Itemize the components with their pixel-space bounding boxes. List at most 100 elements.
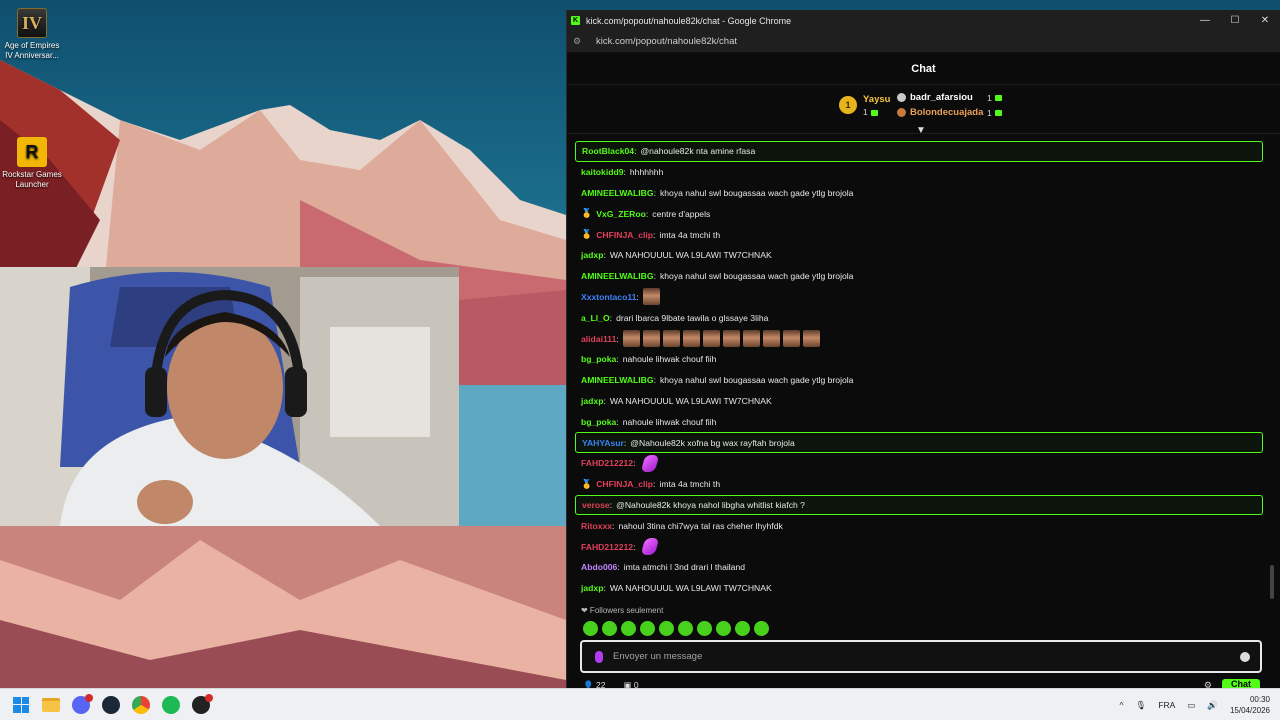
taskbar: ^ 🎙 FRA ▭ 🔊 00:30 15/04/2026 (0, 688, 1280, 720)
emote-button[interactable] (754, 621, 769, 636)
desktop-icon-age-of-empires[interactable]: IV Age of Empires IV Anniversar... (0, 8, 64, 61)
chat-scrollbar[interactable] (1270, 565, 1274, 599)
chat-separator: : (653, 229, 656, 240)
emote-button[interactable] (697, 621, 712, 636)
taskbar-explorer[interactable] (36, 690, 66, 720)
desktop-icon-label: Age of Empires IV Anniversar... (4, 41, 60, 60)
chat-separator: : (616, 416, 619, 427)
clock[interactable]: 00:30 15/04/2026 (1230, 694, 1270, 716)
face-emote-icon[interactable] (702, 330, 720, 348)
chat-username[interactable]: CHFINJA_clip (596, 230, 653, 240)
microphone-icon[interactable] (595, 650, 603, 663)
chat-separator: : (633, 458, 636, 469)
leaderboard-name[interactable]: badr_afarsiou (910, 92, 973, 103)
emote-button[interactable] (678, 621, 693, 636)
site-info-icon[interactable]: ⚙ (573, 36, 585, 47)
followers-only-label: ❤ Followers seulement (581, 606, 664, 615)
leaderboard-count: 1 (863, 107, 878, 117)
chrome-icon (132, 695, 150, 714)
emote-button[interactable] (659, 621, 674, 636)
face-emote-icon[interactable] (802, 330, 820, 348)
desktop-icon-label: Rockstar Games Launcher (2, 170, 62, 189)
chat-username[interactable]: YAHYAsur (582, 438, 624, 448)
chat-username[interactable]: VxG_ZERoo (596, 209, 646, 219)
silver-medal-icon (897, 93, 906, 102)
chat-username[interactable]: Xxxtontaco11 (581, 292, 636, 302)
chat-username[interactable]: CHFINJA_clip (596, 479, 653, 489)
face-emote-icon[interactable] (642, 288, 660, 306)
face-emote-icon[interactable] (742, 330, 760, 348)
face-emote-icon[interactable] (722, 330, 740, 348)
microphone-tray-icon[interactable]: 🎙 (1136, 700, 1147, 711)
chat-username[interactable]: RootBlack04 (582, 146, 634, 156)
chat-text: imta 4a tmchi th (659, 229, 721, 240)
purple-emote-icon[interactable] (641, 538, 660, 556)
chat-username[interactable]: jadxp (581, 396, 603, 406)
collapse-icon[interactable]: ▼ (916, 125, 926, 136)
chat-username[interactable]: jadxp (581, 250, 603, 260)
chat-message: kaitokidd9: hhhhhhh (575, 162, 1263, 183)
chat-username[interactable]: verose (582, 500, 610, 510)
emote-button[interactable] (716, 621, 731, 636)
chrome-window: K kick.com/popout/nahoule82k/chat - Goog… (566, 10, 1280, 691)
purple-emote-icon[interactable] (641, 454, 660, 472)
chat-text: khoya nahul swl bougassaa wach gade ytlg… (659, 271, 854, 282)
chat-username[interactable]: FAHD212212 (581, 458, 633, 468)
face-emote-icon[interactable] (782, 330, 800, 348)
taskbar-obs[interactable] (186, 690, 216, 720)
webcam-image (0, 267, 459, 526)
volume-icon[interactable]: 🔊 (1207, 700, 1218, 711)
maximize-button[interactable]: ☐ (1220, 10, 1250, 31)
chat-username[interactable]: bg_poka (581, 417, 616, 427)
chat-text: @nahoule82k nta amine rfasa (640, 146, 756, 157)
face-emote-icon[interactable] (682, 330, 700, 348)
taskbar-spotify[interactable] (156, 690, 186, 720)
leaderboard-name[interactable]: Yaysu (863, 94, 890, 105)
taskbar-discord[interactable] (66, 690, 96, 720)
clock-date: 15/04/2026 (1229, 706, 1270, 715)
face-emote-icon[interactable] (762, 330, 780, 348)
rockstar-icon: R (17, 137, 47, 167)
age-of-empires-icon: IV (17, 8, 47, 38)
leaderboard-name[interactable]: Bolondecuajada (910, 107, 983, 118)
emote-button[interactable] (583, 621, 598, 636)
kick-logo-icon: K (571, 16, 580, 25)
chat-username[interactable]: AMINEELWALIBG (581, 271, 654, 281)
chat-text: hhhhhhh (629, 167, 664, 178)
show-hidden-icons[interactable]: ^ (1120, 700, 1124, 710)
face-emote-icon[interactable] (642, 330, 660, 348)
minimize-button[interactable]: — (1190, 10, 1220, 31)
emote-button[interactable] (621, 621, 636, 636)
chat-message: Ritoxxx: nahoul 3tina chi7wya tal ras che… (575, 515, 1263, 536)
chat-username[interactable]: kaitokidd9 (581, 167, 624, 177)
start-button[interactable] (6, 690, 36, 720)
bronze-medal-icon (897, 108, 906, 117)
face-emote-icon[interactable] (622, 330, 640, 348)
desktop-icon-rockstar[interactable]: R Rockstar Games Launcher (0, 137, 64, 190)
close-button[interactable]: ✕ (1250, 10, 1280, 31)
chat-username[interactable]: Ritoxxx (581, 521, 612, 531)
message-input-box[interactable] (580, 640, 1262, 673)
chat-message: AMINEELWALIBG: khoya nahul swl bougassaa … (575, 183, 1263, 204)
chat-username[interactable]: FAHD212212 (581, 542, 633, 552)
chat-username[interactable]: alidai111 (581, 334, 616, 344)
message-input[interactable] (613, 651, 1240, 662)
chat-username[interactable]: AMINEELWALIBG (581, 188, 654, 198)
chat-username[interactable]: jadxp (581, 583, 603, 593)
chat-username[interactable]: bg_poka (581, 354, 616, 364)
chat-username[interactable]: Abdo006 (581, 562, 617, 572)
taskbar-chrome[interactable] (126, 690, 156, 720)
leaderboard-count: 1 (987, 93, 1002, 103)
taskbar-steam[interactable] (96, 690, 126, 720)
language-indicator[interactable]: FRA (1158, 700, 1175, 710)
chat-username[interactable]: a_Ll_O (581, 313, 610, 323)
chat-text: khoya nahul swl bougassaa wach gade ytlg… (659, 187, 854, 198)
address-bar[interactable]: ⚙ kick.com/popout/nahoule82k/chat (567, 31, 1280, 53)
emote-button[interactable] (640, 621, 655, 636)
emoji-picker-icon[interactable] (1240, 651, 1250, 662)
network-icon[interactable]: ▭ (1187, 700, 1195, 711)
emote-button[interactable] (602, 621, 617, 636)
chat-username[interactable]: AMINEELWALIBG (581, 375, 654, 385)
face-emote-icon[interactable] (662, 330, 680, 348)
emote-button[interactable] (735, 621, 750, 636)
